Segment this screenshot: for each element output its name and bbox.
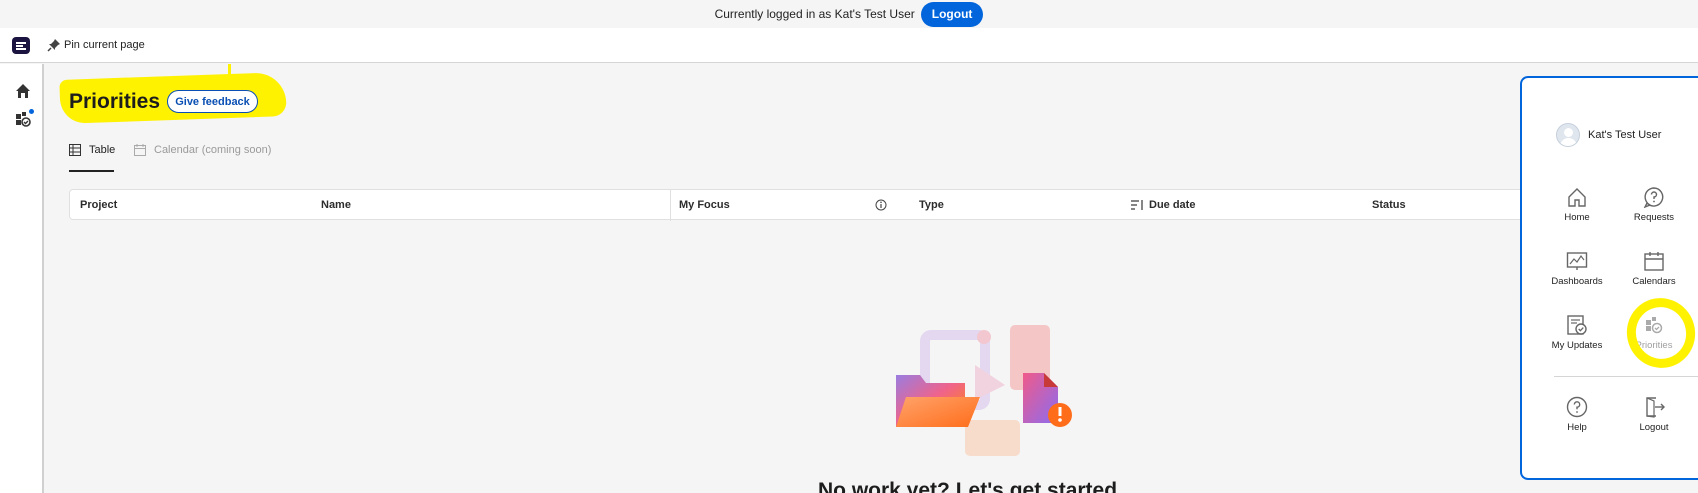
column-header-due-date[interactable]: Due date: [1149, 199, 1195, 211]
help-icon: [1566, 396, 1588, 418]
logout-icon: [1646, 397, 1665, 418]
calendar-icon: [1644, 252, 1664, 271]
left-rail: [0, 64, 44, 493]
session-banner: Currently logged in as Kat's Test User L…: [0, 0, 1698, 28]
menu-item-dashboards[interactable]: Dashboards: [1544, 250, 1610, 300]
active-tab-indicator: [69, 170, 114, 172]
column-header-status[interactable]: Status: [1372, 199, 1406, 211]
menu-item-calendars[interactable]: Calendars: [1621, 250, 1687, 300]
rail-priorities-icon[interactable]: [14, 109, 34, 128]
pin-label: Pin current page: [64, 39, 145, 51]
info-icon[interactable]: [875, 199, 887, 211]
tab-label: Calendar (coming soon): [154, 144, 272, 156]
user-profile[interactable]: Kat's Test User: [1556, 123, 1661, 147]
page-title: Priorities: [69, 90, 161, 113]
menu-item-home[interactable]: Home: [1544, 186, 1610, 236]
avatar: [1556, 123, 1580, 147]
empty-state-illustration: [896, 325, 1072, 456]
menu-item-help[interactable]: Help: [1544, 396, 1610, 446]
menu-item-logout[interactable]: Logout: [1621, 396, 1687, 446]
home-icon: [1568, 188, 1586, 207]
column-header-project[interactable]: Project: [80, 199, 117, 211]
logout-button[interactable]: Logout: [920, 1, 984, 27]
pin-icon: [47, 39, 60, 52]
tab-label: Table: [89, 144, 116, 156]
column-divider: [670, 190, 671, 221]
empty-state-title: No work yet? Let's get started: [818, 479, 1118, 493]
logged-in-text: Currently logged in as Kat's Test User: [714, 7, 915, 21]
column-header-type[interactable]: Type: [919, 199, 944, 211]
user-menu-popover: Kat's Test User Home Requests Dashboards…: [1520, 76, 1698, 480]
menu-item-my-updates[interactable]: My Updates: [1544, 314, 1610, 364]
rail-home-icon[interactable]: [14, 82, 32, 100]
tab-table[interactable]: Table: [69, 144, 115, 156]
main-content: [46, 64, 1560, 493]
column-header-my-focus[interactable]: My Focus: [679, 199, 730, 211]
calendar-icon: [134, 144, 146, 156]
dashboards-icon: [1566, 252, 1588, 270]
column-header-name[interactable]: Name: [321, 199, 351, 211]
app-header: Pin current page: [0, 28, 1698, 63]
tab-calendar: Calendar (coming soon): [134, 144, 271, 156]
my-updates-icon: [1567, 315, 1587, 335]
table-icon: [69, 144, 81, 156]
table-header: Project Name My Focus Type Due date Stat…: [69, 189, 1560, 221]
give-feedback-button[interactable]: Give feedback: [167, 90, 258, 113]
notification-dot: [29, 109, 34, 114]
app-logo-icon[interactable]: [12, 37, 30, 54]
requests-icon: [1643, 187, 1664, 208]
user-name: Kat's Test User: [1588, 129, 1662, 141]
menu-item-requests[interactable]: Requests: [1621, 186, 1687, 236]
sort-icon[interactable]: [1131, 200, 1144, 211]
highlight-mark: [228, 64, 231, 76]
pin-current-page-button[interactable]: Pin current page: [47, 38, 145, 52]
menu-divider: [1554, 376, 1698, 377]
